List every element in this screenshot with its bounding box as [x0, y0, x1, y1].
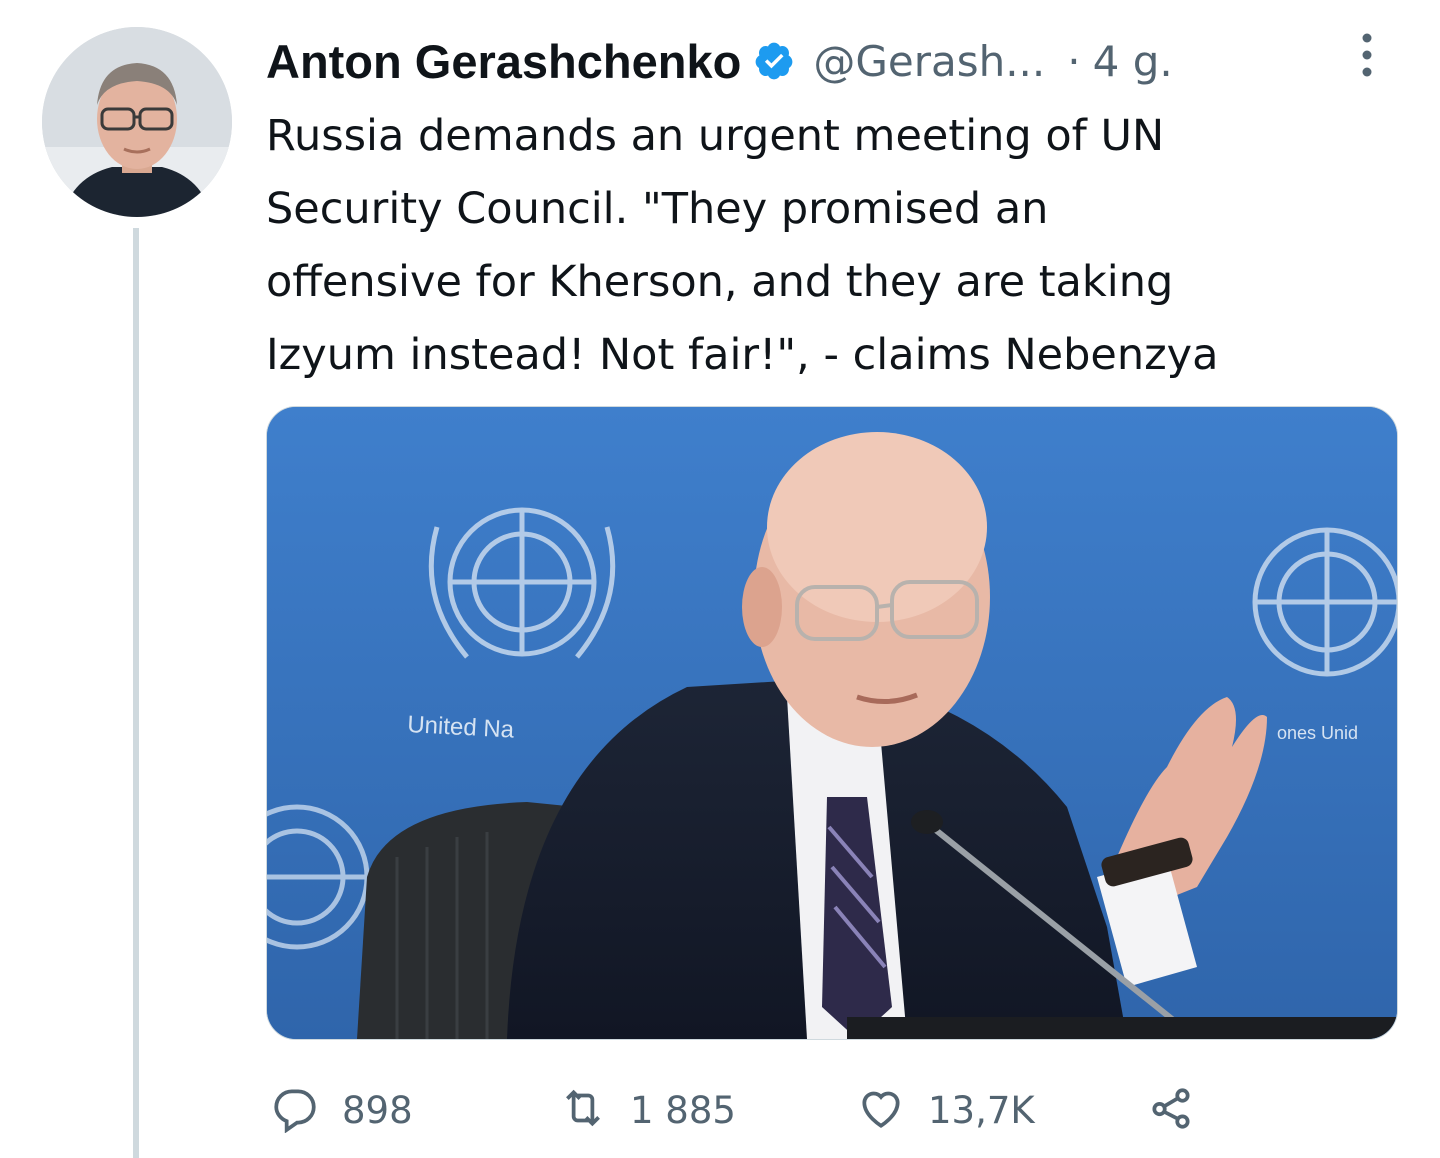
reply-count: 898: [342, 1088, 413, 1132]
reply-button[interactable]: 898: [270, 1078, 413, 1142]
tweet-timestamp[interactable]: 4 g.: [1093, 37, 1173, 86]
press-conference-photo: United Na ones Unid: [267, 407, 1397, 1039]
like-button[interactable]: 13,7K: [856, 1078, 1035, 1142]
author-avatar[interactable]: [42, 27, 232, 217]
retweet-icon: [558, 1083, 608, 1137]
author-name[interactable]: Anton Gerashchenko: [266, 34, 741, 89]
retweet-button[interactable]: 1 885: [558, 1078, 736, 1142]
tweet-header: Anton Gerashchenko @Gerash... · 4 g.: [266, 28, 1173, 94]
tweet-text: Russia demands an urgent meeting of UN S…: [266, 111, 1219, 380]
backdrop-text-left: United Na: [407, 711, 516, 744]
un-emblem-right: [1252, 527, 1397, 677]
share-icon: [1146, 1083, 1196, 1137]
more-options-icon[interactable]: [1352, 30, 1382, 80]
tweet-actions: 898 1 885 13,7K: [270, 1078, 1370, 1142]
verified-badge-icon: [753, 40, 795, 82]
retweet-count: 1 885: [630, 1088, 736, 1132]
backdrop-text-right: ones Unid: [1277, 723, 1358, 743]
share-button[interactable]: [1146, 1078, 1196, 1142]
like-count: 13,7K: [928, 1088, 1035, 1132]
thread-line: [133, 228, 139, 1158]
separator-dot: ·: [1067, 36, 1081, 86]
author-handle[interactable]: @Gerash...: [813, 37, 1045, 86]
reply-icon: [270, 1083, 320, 1137]
avatar-photo: [42, 27, 232, 217]
like-icon: [856, 1083, 906, 1137]
tweet-media-image[interactable]: United Na ones Unid: [266, 406, 1398, 1040]
